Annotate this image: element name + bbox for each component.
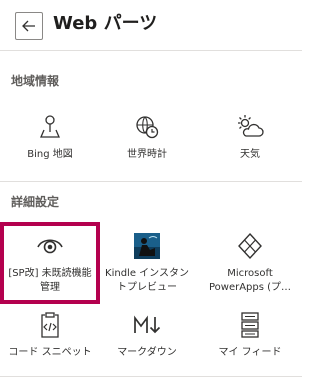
- webpart-world-clock[interactable]: 世界時計: [101, 112, 193, 162]
- header-divider: [0, 50, 302, 51]
- webpart-label: Kindle インスタントプレビュー: [105, 268, 189, 293]
- kindle-icon: [132, 231, 162, 261]
- world-clock-icon: [132, 112, 162, 142]
- back-button[interactable]: [15, 12, 43, 40]
- section-title-advanced: 詳細設定: [11, 195, 60, 209]
- webpart-label: コード スニペット: [8, 347, 92, 358]
- powerapps-icon: [235, 231, 265, 261]
- bottom-divider: [0, 376, 302, 377]
- code-snippet-icon: [35, 310, 65, 340]
- webpart-label: マイ フィード: [218, 347, 282, 358]
- selection-highlight: [0, 222, 100, 304]
- webpart-label: 天気: [240, 149, 260, 160]
- section-divider: [0, 181, 302, 182]
- markdown-icon: [132, 310, 162, 340]
- weather-icon: [235, 112, 265, 142]
- section-title-local-info: 地域情報: [11, 74, 60, 88]
- arrow-left-icon: [22, 20, 35, 32]
- panel-header: Web パーツ: [0, 0, 302, 46]
- webpart-markdown[interactable]: マークダウン: [101, 310, 193, 360]
- webpart-label: 世界時計: [127, 149, 167, 160]
- webpart-label: Bing 地図: [27, 149, 73, 160]
- webpart-my-feed[interactable]: マイ フィード: [204, 310, 296, 360]
- panel-title: Web パーツ: [53, 13, 158, 34]
- webpart-label: Microsoft PowerApps (プ…: [208, 268, 292, 293]
- my-feed-icon: [235, 310, 265, 340]
- webpart-kindle-preview[interactable]: Kindle インスタントプレビュー: [101, 231, 193, 295]
- webpart-weather[interactable]: 天気: [204, 112, 296, 162]
- map-pin-icon: [35, 112, 65, 142]
- webpart-code-snippet[interactable]: コード スニペット: [4, 310, 96, 360]
- webpart-powerapps[interactable]: Microsoft PowerApps (プ…: [204, 231, 296, 295]
- webpart-label: マークダウン: [117, 347, 177, 358]
- webpart-bing-map[interactable]: Bing 地図: [4, 112, 96, 162]
